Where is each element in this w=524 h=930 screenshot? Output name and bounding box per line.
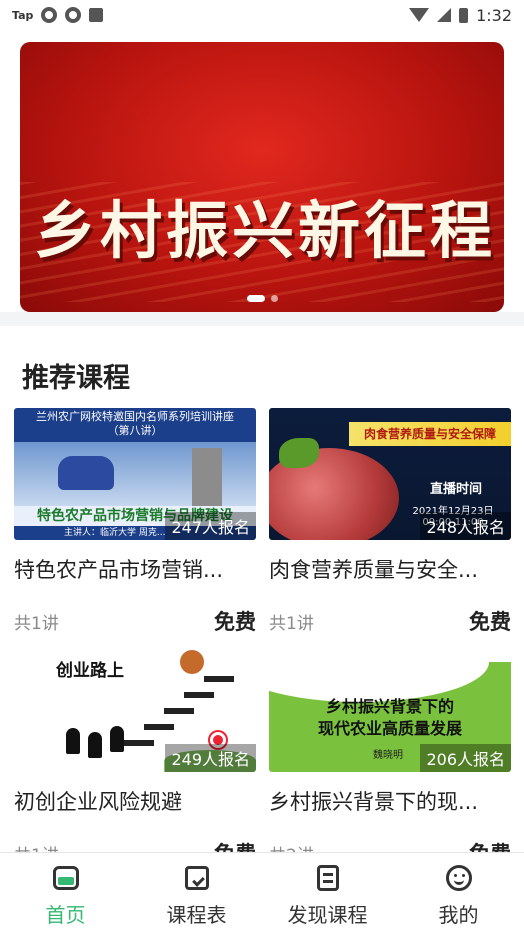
smiley-icon [444, 863, 474, 893]
thumb-title-line2: 现代农业高质量发展 [317, 719, 462, 738]
status-right: 1:32 [409, 6, 512, 25]
nav-label: 首页 [45, 903, 86, 927]
wifi-icon [409, 8, 430, 22]
calendar-icon [182, 863, 212, 893]
thumb-header: 兰州农广网校特邀国内名师系列培训讲座 （第八讲） [14, 408, 256, 442]
stair-step [204, 676, 234, 682]
course-meta: 共1讲 免费 [14, 606, 256, 636]
thumb-title: 乡村振兴背景下的 现代农业高质量发展 [269, 696, 511, 740]
banner-carousel[interactable]: 乡村振兴新征程 [20, 42, 504, 312]
course-card[interactable]: 创业路上 249人报名 初创企业风险规避 共1讲 免费 [14, 640, 256, 868]
thumb-banner: 肉食营养质量与安全保障 [349, 422, 511, 446]
lesson-count: 共1讲 [14, 613, 59, 634]
nav-label: 课程表 [166, 903, 227, 927]
course-thumbnail[interactable]: 兰州农广网校特邀国内名师系列培训讲座 （第八讲） 特色农产品市场营销与品牌建设 … [14, 408, 256, 540]
stair-step [124, 740, 154, 746]
course-meta: 共1讲 免费 [269, 606, 511, 636]
course-price: 免费 [214, 610, 256, 634]
carousel-dot[interactable] [270, 295, 278, 302]
course-title[interactable]: 肉食营养质量与安全... [269, 554, 503, 584]
sync-icon [65, 7, 82, 23]
battery-icon [459, 7, 469, 23]
carrier-label: Tap [12, 8, 34, 22]
leaf-image [279, 438, 319, 468]
lesson-count: 共1讲 [269, 613, 314, 634]
app-icon [89, 8, 104, 22]
course-thumbnail[interactable]: 创业路上 249人报名 [14, 640, 256, 772]
banner-title: 乡村振兴新征程 [33, 194, 496, 267]
status-bar: Tap 1:32 [0, 0, 524, 30]
runner-figure [88, 732, 102, 758]
runner-figure [66, 728, 80, 754]
course-title[interactable]: 特色农产品市场营销... [14, 554, 248, 584]
nav-item-home[interactable]: 首页 [0, 853, 131, 930]
nav-label: 发现课程 [287, 903, 368, 927]
enroll-count: 247人报名 [165, 512, 256, 540]
clock: 1:32 [476, 5, 512, 25]
course-thumbnail[interactable]: 肉食营养质量与安全保障 直播时间 2021年12月23日 09:00-11:00… [269, 408, 511, 540]
course-thumbnail[interactable]: 乡村振兴背景下的 现代农业高质量发展 魏晓明 206人报名 [269, 640, 511, 772]
status-left: Tap [12, 7, 104, 23]
nav-label: 我的 [438, 903, 479, 927]
thumb-live-label: 直播时间 [429, 482, 482, 497]
enroll-count: 249人报名 [165, 744, 256, 772]
nav-item-discover[interactable]: 发现课程 [262, 853, 393, 930]
course-title[interactable]: 乡村振兴背景下的现... [269, 786, 503, 816]
stair-step [144, 724, 174, 730]
signal-icon [437, 8, 452, 22]
building-image [192, 448, 222, 506]
thumb-header-text: 兰州农广网校特邀国内名师系列培训讲座 [36, 410, 234, 423]
thumb-sub-text: （第八讲） [107, 424, 163, 437]
course-card[interactable]: 肉食营养质量与安全保障 直播时间 2021年12月23日 09:00-11:00… [269, 408, 511, 636]
thumb-heading: 创业路上 [56, 661, 124, 681]
bottom-nav: 首页 课程表 发现课程 我的 [0, 852, 524, 930]
enroll-count: 206人报名 [420, 744, 511, 772]
course-card[interactable]: 乡村振兴背景下的 现代农业高质量发展 魏晓明 206人报名 乡村振兴背景下的现.… [269, 640, 511, 868]
course-title[interactable]: 初创企业风险规避 [14, 786, 248, 816]
home-icon [51, 863, 81, 893]
carousel-dots [20, 295, 504, 302]
stair-step [164, 708, 194, 714]
thumb-author: 魏晓明 [373, 750, 403, 761]
stair-step [184, 692, 214, 698]
nav-item-profile[interactable]: 我的 [393, 853, 524, 930]
section-title: 推荐课程 [22, 363, 130, 394]
runner-figure [110, 726, 124, 752]
sync-icon [41, 7, 58, 23]
section-divider [0, 312, 524, 326]
course-card[interactable]: 兰州农广网校特邀国内名师系列培训讲座 （第八讲） 特色农产品市场营销与品牌建设 … [14, 408, 256, 636]
document-icon [313, 863, 343, 893]
course-price: 免费 [469, 610, 511, 634]
enroll-count: 248人报名 [420, 512, 511, 540]
carousel-dot-active[interactable] [246, 295, 265, 302]
nav-item-schedule[interactable]: 课程表 [131, 853, 262, 930]
thumb-title-line1: 乡村振兴背景下的 [325, 697, 454, 716]
climber-figure [180, 650, 204, 674]
car-image [58, 456, 114, 490]
